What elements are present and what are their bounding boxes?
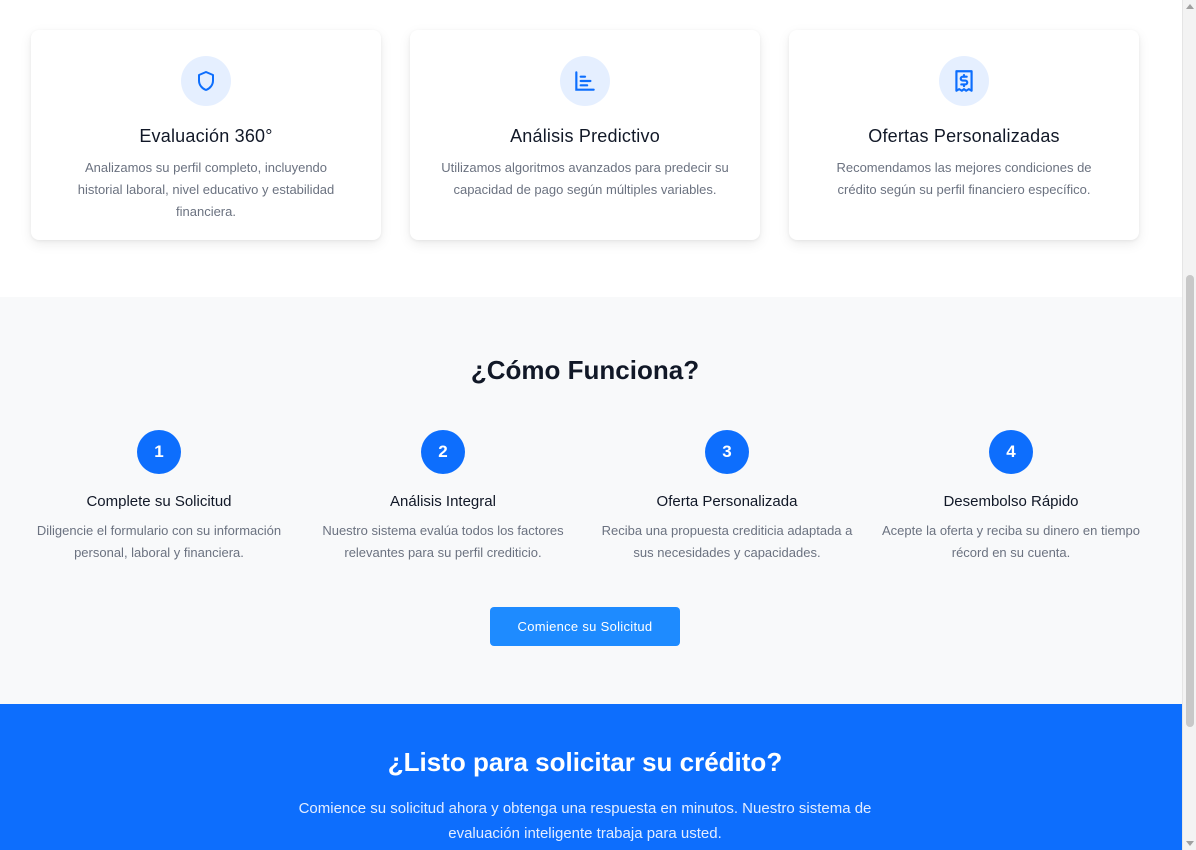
start-application-button[interactable]: Comience su Solicitud (490, 607, 680, 646)
step-number-badge: 3 (705, 430, 749, 474)
step-number-badge: 1 (137, 430, 181, 474)
scroll-up-arrow-icon[interactable] (1186, 4, 1194, 9)
cta-text: Comience su solicitud ahora y obtenga un… (298, 800, 872, 842)
feature-card-offers: Ofertas Personalizadas Recomendamos las … (789, 30, 1139, 240)
step-description: Diligencie el formulario con su informac… (36, 523, 282, 560)
bar-chart-icon (575, 71, 595, 91)
scrollbar-thumb[interactable] (1186, 275, 1194, 727)
step-title: Análisis Integral (390, 493, 496, 510)
shield-icon (198, 71, 214, 91)
step-item: 1 Complete su Solicitud Diligencie el fo… (24, 430, 294, 564)
feature-title: Análisis Predictivo (510, 126, 660, 146)
dollar-receipt-icon (955, 70, 973, 92)
step-item: 4 Desembolso Rápido Acepte la oferta y r… (876, 430, 1146, 564)
step-description: Reciba una propuesta crediticia adaptada… (601, 523, 853, 560)
step-description: Nuestro sistema evalúa todos los factore… (322, 523, 564, 560)
step-item: 2 Análisis Integral Nuestro sistema eval… (308, 430, 578, 564)
features-section: Evaluación 360° Analizamos su perfil com… (0, 0, 1182, 297)
step-number-badge: 4 (989, 430, 1033, 474)
section-heading: ¿Cómo Funciona? (470, 355, 700, 385)
step-item: 3 Oferta Personalizada Reciba una propue… (592, 430, 862, 564)
feature-title: Ofertas Personalizadas (868, 126, 1060, 146)
step-title: Desembolso Rápido (943, 493, 1079, 510)
feature-card-evaluation: Evaluación 360° Analizamos su perfil com… (31, 30, 381, 240)
feature-description: Recomendamos las mejores condiciones de … (836, 160, 1092, 197)
step-title: Oferta Personalizada (656, 493, 798, 510)
feature-title: Evaluación 360° (139, 126, 273, 146)
step-number-badge: 2 (421, 430, 465, 474)
feature-icon-circle (939, 56, 989, 106)
feature-icon-circle (181, 56, 231, 106)
feature-card-predictive: Análisis Predictivo Utilizamos algoritmo… (410, 30, 760, 240)
feature-description: Utilizamos algoritmos avanzados para pre… (441, 160, 729, 197)
feature-description: Analizamos su perfil completo, incluyend… (77, 160, 335, 219)
page-scrollbar[interactable] (1182, 0, 1196, 850)
step-title: Complete su Solicitud (86, 493, 232, 510)
cta-heading: ¿Listo para solicitar su crédito? (387, 747, 783, 777)
step-description: Acepte la oferta y reciba su dinero en t… (882, 523, 1140, 560)
scroll-down-arrow-icon[interactable] (1186, 841, 1194, 846)
ready-cta-section: ¿Listo para solicitar su crédito? Comien… (0, 704, 1182, 850)
feature-icon-circle (560, 56, 610, 106)
how-it-works-section: ¿Cómo Funciona? 1 Complete su Solicitud … (0, 297, 1182, 704)
